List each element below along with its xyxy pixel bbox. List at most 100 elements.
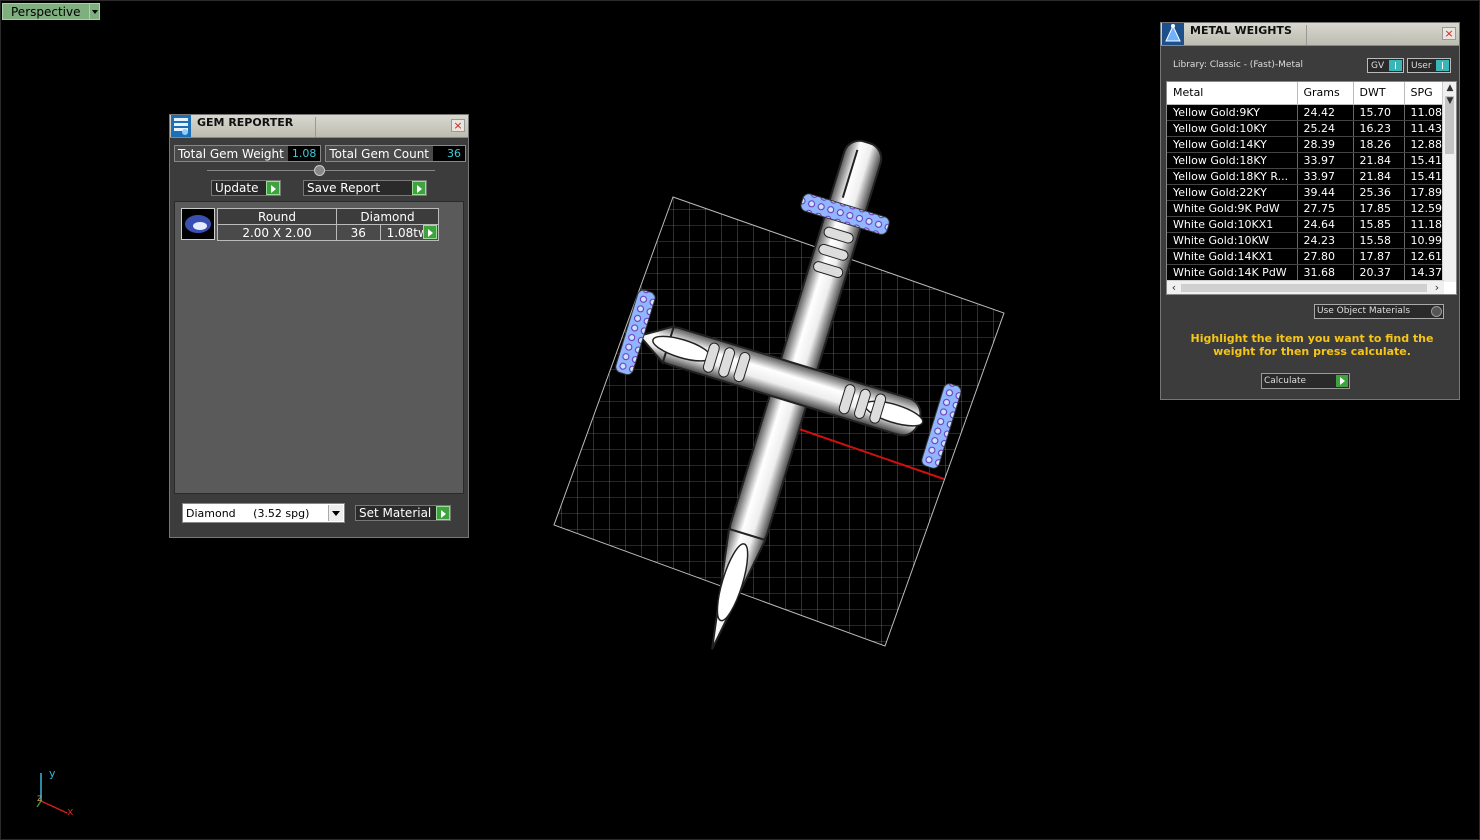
total-gem-weight-label: Total Gem Weight [178,146,284,161]
table-row[interactable]: White Gold:10KX1 24.64 15.85 11.18 [1167,216,1445,233]
axis-label-x: x [67,805,74,818]
titlebar-divider [315,117,316,137]
cell-metal: White Gold:9K PdW [1167,200,1298,217]
set-material-button-label: Set Material [359,506,432,520]
gem-reporter-close-icon[interactable]: × [451,119,465,132]
gv-toggle-label: GV [1371,60,1385,71]
metal-weights-title: METAL WEIGHTS [1190,23,1292,37]
cell-grams: 24.64 [1297,216,1354,233]
cell-dwt: 15.58 [1353,232,1405,249]
round-gem-icon [185,215,211,233]
chevron-down-icon[interactable] [328,505,343,521]
metal-weights-panel: METAL WEIGHTS × Library: Classic - (Fast… [1160,22,1460,400]
gem-shape: Round [217,208,337,225]
table-row[interactable]: Yellow Gold:14KY 28.39 18.26 12.88 [1167,136,1445,153]
cell-grams: 33.97 [1297,152,1354,169]
table-row[interactable]: Yellow Gold:18KY 33.97 21.84 15.41 [1167,152,1445,169]
scroll-up-icon[interactable]: ▲ [1445,83,1455,93]
cell-grams: 28.39 [1297,136,1354,153]
total-gem-count-label: Total Gem Count [329,146,430,161]
table-row[interactable]: Yellow Gold:9KY 24.42 15.70 11.08 [1167,104,1445,121]
cell-grams: 31.68 [1297,264,1354,281]
column-header-spg[interactable]: SPG [1404,82,1445,105]
gem-size: 2.00 X 2.00 [217,224,337,241]
cell-metal: White Gold:14K PdW [1167,264,1298,281]
axis-gizmo: y z x [36,767,74,818]
scroll-thumb[interactable] [1181,284,1427,292]
library-label: Library: Classic - (Fast)-Metal [1173,60,1304,70]
axis-label-z: z [37,793,42,804]
cell-grams: 27.80 [1297,248,1354,265]
cell-spg: 11.43 [1404,120,1445,137]
table-row[interactable]: White Gold:10KW 24.23 15.58 10.99 [1167,232,1445,249]
gem-select-button[interactable] [423,224,439,240]
column-header-metal[interactable]: Metal [1167,82,1298,105]
gem-reporter-panel: GEM REPORTER × Total Gem Weight 1.08 Tot… [169,114,469,538]
column-header-grams[interactable]: Grams [1297,82,1354,105]
save-report-button[interactable]: Save Report [303,180,427,196]
collapse-toggle-icon[interactable] [314,165,325,176]
cell-metal: Yellow Gold:22KY [1167,184,1298,201]
set-material-button[interactable]: Set Material [355,505,451,521]
cell-spg: 14.37 [1404,264,1445,281]
total-gem-weight: Total Gem Weight 1.08 [174,145,322,162]
table-row[interactable]: Yellow Gold:18KY R... 33.97 21.84 15.41 [1167,168,1445,185]
use-object-materials-toggle[interactable]: Use Object Materials [1314,304,1444,319]
metal-weights-titlebar[interactable]: METAL WEIGHTS × [1161,23,1459,46]
table-row[interactable]: Yellow Gold:10KY 25.24 16.23 11.43 [1167,120,1445,137]
cell-metal: Yellow Gold:18KY R... [1167,168,1298,185]
material-select[interactable]: Diamond (3.52 spg) [182,503,345,523]
metal-weights-close-icon[interactable]: × [1442,27,1456,40]
cell-metal: White Gold:10KX1 [1167,216,1298,233]
calculate-button-label: Calculate [1264,376,1307,386]
cell-grams: 24.23 [1297,232,1354,249]
play-arrow-icon [423,225,437,239]
toggle-icon [1436,60,1449,71]
vertical-scrollbar[interactable]: ▲ ▼ [1442,82,1456,282]
gem-thumbnail[interactable] [181,208,215,240]
cell-metal: White Gold:10KW [1167,232,1298,249]
cell-spg: 12.61 [1404,248,1445,265]
update-button-label: Update [215,181,259,195]
table-row[interactable]: White Gold:14KX1 27.80 17.87 12.61 [1167,248,1445,265]
update-button[interactable]: Update [211,180,281,196]
gem-material: Diamond [336,208,439,225]
cell-grams: 24.42 [1297,104,1354,121]
cell-dwt: 18.26 [1353,136,1405,153]
total-gem-weight-value: 1.08 [287,146,321,161]
cell-metal: Yellow Gold:9KY [1167,104,1298,121]
gv-toggle[interactable]: GV [1367,58,1404,73]
cell-spg: 11.18 [1404,216,1445,233]
table-row[interactable]: Yellow Gold:22KY 39.44 25.36 17.89 [1167,184,1445,201]
cell-metal: Yellow Gold:10KY [1167,120,1298,137]
scroll-left-icon[interactable]: ‹ [1168,281,1180,294]
save-report-button-label: Save Report [307,181,381,195]
instructions-text: Highlight the item you want to find the … [1190,332,1434,358]
gem-list[interactable]: Round Diamond 2.00 X 2.00 36 1.08tw [174,201,464,494]
cell-metal: Yellow Gold:18KY [1167,152,1298,169]
table-row[interactable]: White Gold:9K PdW 27.75 17.85 12.59 [1167,200,1445,217]
cell-spg: 15.41 [1404,152,1445,169]
cell-grams: 39.44 [1297,184,1354,201]
horizontal-scrollbar[interactable]: ‹ › [1167,280,1444,294]
cell-dwt: 16.23 [1353,120,1405,137]
table-row[interactable]: White Gold:14K PdW 31.68 20.37 14.37 [1167,264,1445,281]
gem-reporter-titlebar[interactable]: GEM REPORTER × [170,115,468,138]
cell-grams: 25.24 [1297,120,1354,137]
cell-dwt: 15.85 [1353,216,1405,233]
cell-dwt: 21.84 [1353,152,1405,169]
metal-table[interactable]: Metal Grams DWT SPG Yellow Gold:9KY 24.42… [1166,81,1457,295]
column-header-dwt[interactable]: DWT [1353,82,1405,105]
cell-dwt: 20.37 [1353,264,1405,281]
scroll-down-icon[interactable]: ▼ [1445,96,1455,106]
total-gem-count: Total Gem Count 36 [325,145,467,162]
user-toggle-label: User [1411,60,1432,71]
titlebar-divider [1306,25,1307,45]
cell-spg: 11.08 [1404,104,1445,121]
cell-dwt: 15.70 [1353,104,1405,121]
scroll-right-icon[interactable]: › [1431,281,1443,294]
user-toggle[interactable]: User [1407,58,1451,73]
cell-spg: 10.99 [1404,232,1445,249]
calculate-button[interactable]: Calculate [1261,373,1350,389]
scale-icon [1162,23,1184,45]
